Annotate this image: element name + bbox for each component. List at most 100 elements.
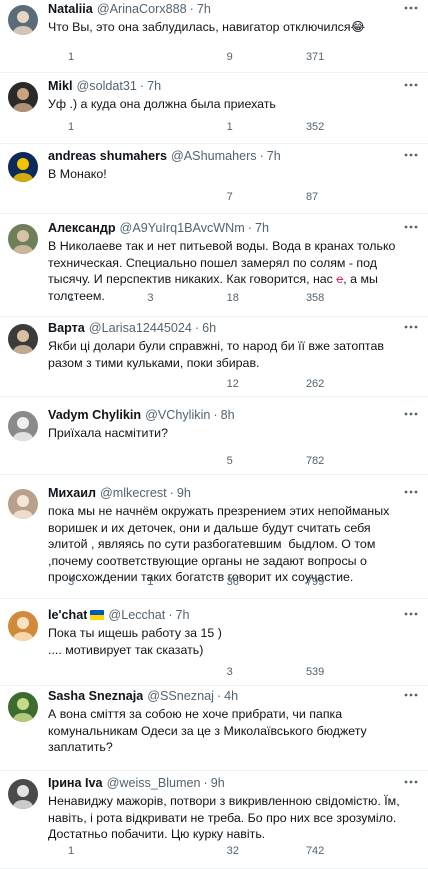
reply-button[interactable] <box>48 452 127 470</box>
views-button[interactable]: 742 <box>286 842 382 860</box>
like-button[interactable] <box>207 746 286 764</box>
timestamp[interactable]: 7h <box>255 221 269 235</box>
author-name[interactable]: andreas shumahers <box>48 149 167 163</box>
reply-tweet[interactable]: Mikl @soldat31 · 7h Уф .) а куда она должна … <box>0 73 428 144</box>
author-handle[interactable]: @SSneznaj <box>147 689 214 703</box>
bookmark-button[interactable] <box>382 663 405 681</box>
reply-tweet[interactable]: Nataliia @ArinaCorx888 · 7h Что Вы, это она … <box>0 0 428 73</box>
author-name[interactable]: Александр <box>48 221 116 235</box>
avatar[interactable] <box>8 324 38 354</box>
timestamp[interactable]: 7h <box>176 608 190 622</box>
author-name[interactable]: le'chat <box>48 608 87 622</box>
avatar[interactable] <box>8 779 38 809</box>
author-name[interactable]: Михаил <box>48 486 96 500</box>
share-button[interactable] <box>405 573 420 591</box>
repost-button[interactable] <box>127 375 206 393</box>
reply-tweet[interactable]: Ірина Iva @weiss_Blumen · 9h Ненавиджу мажор… <box>0 771 428 869</box>
author-handle[interactable]: @Larisa12445024 <box>89 321 192 335</box>
repost-button[interactable]: 1 <box>127 573 206 591</box>
like-button[interactable]: 7 <box>207 188 286 206</box>
avatar[interactable] <box>8 411 38 441</box>
avatar[interactable] <box>8 5 38 35</box>
bookmark-button[interactable] <box>382 375 405 393</box>
repost-button[interactable] <box>127 842 206 860</box>
timestamp[interactable]: 8h <box>221 408 235 422</box>
author-handle[interactable]: @mlkecrest <box>100 486 167 500</box>
avatar[interactable] <box>8 489 38 519</box>
more-icon[interactable] <box>402 218 420 236</box>
views-button[interactable]: 539 <box>286 663 382 681</box>
timestamp[interactable]: 7h <box>267 149 281 163</box>
share-button[interactable] <box>405 188 420 206</box>
repost-button[interactable] <box>127 48 206 66</box>
author-handle[interactable]: @weiss_Blumen <box>107 776 201 790</box>
avatar[interactable] <box>8 611 38 641</box>
author-name[interactable]: Nataliia <box>48 2 93 16</box>
repost-button[interactable] <box>127 663 206 681</box>
like-button[interactable]: 1 <box>207 118 286 136</box>
like-button[interactable]: 5 <box>207 452 286 470</box>
avatar[interactable] <box>8 692 38 722</box>
author-handle[interactable]: @Lecchat <box>108 608 165 622</box>
reply-button[interactable] <box>48 663 127 681</box>
repost-button[interactable] <box>127 188 206 206</box>
reply-button[interactable]: 1 <box>48 289 127 307</box>
reply-button[interactable]: 3 <box>48 573 127 591</box>
views-button[interactable]: 371 <box>286 48 382 66</box>
more-icon[interactable] <box>402 318 420 336</box>
reply-button[interactable] <box>48 188 127 206</box>
bookmark-button[interactable] <box>382 188 405 206</box>
repost-button[interactable] <box>127 746 206 764</box>
author-name[interactable]: Варта <box>48 321 85 335</box>
author-handle[interactable]: @VChylikin <box>145 408 210 422</box>
avatar[interactable] <box>8 82 38 112</box>
bookmark-button[interactable] <box>382 746 405 764</box>
views-button[interactable]: 799 <box>286 573 382 591</box>
bookmark-button[interactable] <box>382 289 405 307</box>
bookmark-button[interactable] <box>382 48 405 66</box>
share-button[interactable] <box>405 746 420 764</box>
like-button[interactable]: 32 <box>207 842 286 860</box>
timestamp[interactable]: 7h <box>147 79 161 93</box>
bookmark-button[interactable] <box>382 573 405 591</box>
more-icon[interactable] <box>402 0 420 17</box>
bookmark-button[interactable] <box>382 118 405 136</box>
reply-tweet[interactable]: andreas shumahers @AShumahers · 7h В Монако!… <box>0 144 428 214</box>
author-name[interactable]: Ірина Iva <box>48 776 103 790</box>
repost-button[interactable] <box>127 118 206 136</box>
author-name[interactable]: Mikl <box>48 79 73 93</box>
reply-tweet[interactable]: Варта @Larisa12445024 · 6h Якби ці долари бу… <box>0 317 428 397</box>
reply-button[interactable] <box>48 375 127 393</box>
views-button[interactable]: 358 <box>286 289 382 307</box>
timestamp[interactable]: 6h <box>202 321 216 335</box>
views-button[interactable]: 352 <box>286 118 382 136</box>
more-icon[interactable] <box>402 686 420 704</box>
timestamp[interactable]: 9h <box>211 776 225 790</box>
share-button[interactable] <box>405 842 420 860</box>
author-name[interactable]: Vadym Chylikin <box>48 408 141 422</box>
timestamp[interactable]: 4h <box>224 689 238 703</box>
author-handle[interactable]: @ArinaCorx888 <box>97 2 187 16</box>
reply-tweet[interactable]: Михаил @mlkecrest · 9h пока мы не начнём окр… <box>0 475 428 599</box>
views-button[interactable]: 87 <box>286 188 382 206</box>
repost-button[interactable] <box>127 452 206 470</box>
timestamp[interactable]: 7h <box>197 2 211 16</box>
share-button[interactable] <box>405 48 420 66</box>
reply-tweet[interactable]: Sasha Sneznaja @SSneznaj · 4h А вона сміття … <box>0 686 428 771</box>
reply-button[interactable]: 1 <box>48 118 127 136</box>
share-button[interactable] <box>405 118 420 136</box>
share-button[interactable] <box>405 375 420 393</box>
views-button[interactable]: 262 <box>286 375 382 393</box>
reply-button[interactable]: 1 <box>48 48 127 66</box>
like-button[interactable]: 9 <box>207 48 286 66</box>
views-button[interactable] <box>286 746 382 764</box>
timestamp[interactable]: 9h <box>177 486 191 500</box>
views-button[interactable]: 782 <box>286 452 382 470</box>
share-button[interactable] <box>405 289 420 307</box>
more-icon[interactable] <box>402 405 420 423</box>
more-icon[interactable] <box>402 146 420 164</box>
more-icon[interactable] <box>402 773 420 791</box>
author-handle[interactable]: @soldat31 <box>77 79 137 93</box>
reply-tweet[interactable]: Vadym Chylikin @VChylikin · 8h Приїхала насм… <box>0 397 428 475</box>
repost-button[interactable]: 3 <box>127 289 206 307</box>
